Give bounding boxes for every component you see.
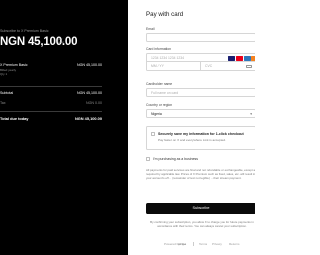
confirm-text: By confirming your subscription, you all…	[150, 220, 254, 228]
amex-icon	[243, 56, 251, 61]
mastercard-icon	[235, 56, 243, 61]
discover-icon	[251, 56, 255, 61]
returns-link[interactable]: Returns	[229, 242, 240, 246]
subscribe-to-label: Subscribe to X Premium Basic	[0, 29, 49, 33]
expiry-placeholder: MM / YY	[151, 64, 164, 68]
line-item-qty: Qty 1	[0, 72, 8, 76]
card-number-input[interactable]: 1234 1234 1234 1234	[146, 53, 255, 62]
save-info-checkbox[interactable]	[151, 132, 155, 136]
tax-value: NGN 0.00	[86, 101, 102, 105]
cvc-placeholder: CVC	[205, 64, 213, 68]
cvc-card-icon	[246, 64, 252, 69]
save-info-title: Securely save my information for 1-click…	[158, 132, 244, 136]
line-item-price: NGN 45,100.00	[77, 63, 102, 67]
email-field[interactable]	[146, 33, 255, 42]
tax-label: Tax	[0, 101, 6, 105]
price-period: per year	[58, 37, 64, 45]
divider	[0, 86, 102, 87]
expiry-input[interactable]: MM / YY	[146, 62, 201, 71]
subtotal-value: NGN 45,100.00	[77, 91, 102, 95]
email-label: Email	[146, 27, 155, 31]
form-title: Pay with card	[146, 11, 184, 18]
stripe-logo[interactable]: stripe	[178, 242, 186, 246]
card-brands	[228, 56, 255, 61]
footer-divider	[193, 242, 194, 246]
country-value: Nigeria	[151, 112, 162, 116]
subtotal-label: Subtotal	[0, 91, 14, 95]
divider	[0, 111, 102, 112]
business-label: I'm purchasing as a business	[153, 157, 199, 161]
link-save-box[interactable]: Securely save my information for 1-click…	[146, 126, 255, 150]
cardholder-input[interactable]: Full name on card	[146, 88, 255, 97]
card-number-placeholder: 1234 1234 1234 1234	[151, 56, 184, 60]
cvc-input[interactable]: CVC	[201, 62, 255, 71]
subscribe-button[interactable]: Subscribe	[146, 203, 255, 214]
visa-icon	[228, 56, 235, 61]
terms-text: All payments for paid services are final…	[146, 168, 255, 180]
total-label: Total due today	[0, 116, 29, 121]
line-item-name: X Premium Basic	[0, 63, 28, 67]
cardholder-label: Cardholder name	[146, 82, 173, 86]
order-summary-panel: Subscribe to X Premium Basic NGN 45,100.…	[0, 0, 128, 255]
privacy-link[interactable]: Privacy	[212, 242, 222, 246]
total-row: Total due today NGN 45,100.00	[0, 116, 102, 121]
subtotal-row: Subtotal NGN 45,100.00	[0, 91, 102, 95]
total-value: NGN 45,100.00	[74, 116, 102, 121]
country-label: Country or region	[146, 103, 173, 107]
terms-link[interactable]: Terms	[199, 242, 207, 246]
country-select[interactable]: Nigeria ▾	[146, 109, 255, 118]
tax-row: Tax NGN 0.00	[0, 101, 102, 105]
card-info-label: Card information	[146, 47, 172, 51]
chevron-down-icon: ▾	[250, 112, 252, 116]
save-info-description: Pay faster on X and everywhere Link is a…	[158, 138, 226, 142]
payment-form: Pay with card Email Card information 123…	[146, 0, 255, 255]
cardholder-placeholder: Full name on card	[151, 91, 179, 95]
line-item: X Premium Basic NGN 45,100.00	[0, 63, 102, 67]
business-checkbox[interactable]	[146, 157, 150, 161]
